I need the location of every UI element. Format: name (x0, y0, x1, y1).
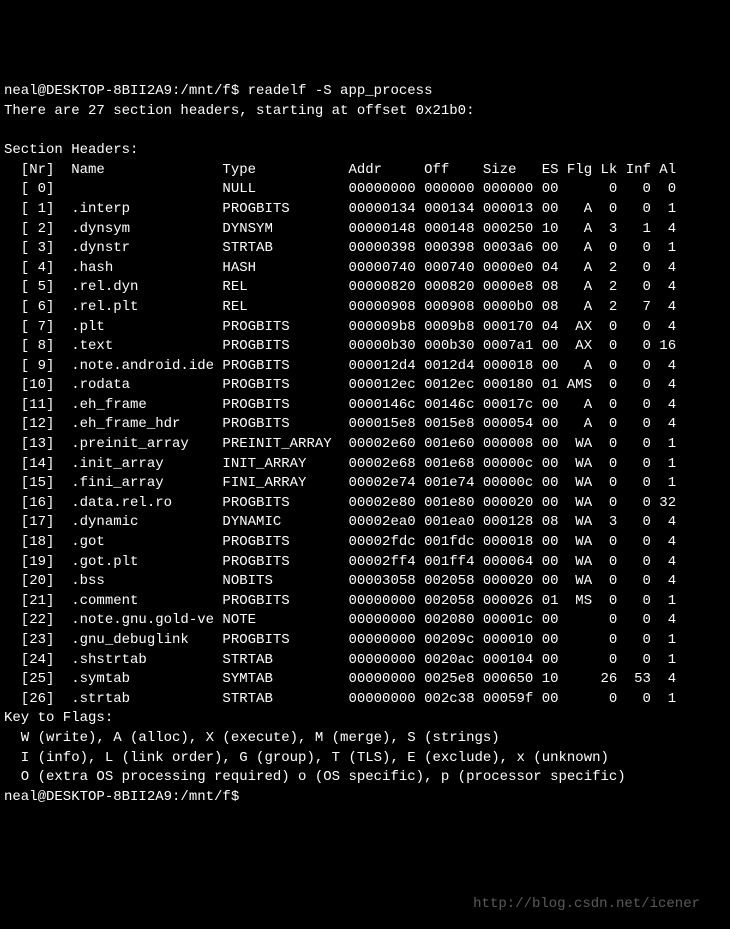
terminal-output: neal@DESKTOP-8BII2A9:/mnt/f$ readelf -S … (4, 82, 726, 807)
table-header: [Nr] Name Type Addr Off Size ES Flg Lk I… (4, 162, 685, 178)
command-text: readelf -S app_process (248, 83, 433, 99)
watermark: http://blog.csdn.net/icener (473, 895, 700, 915)
section-headers-label: Section Headers: (4, 142, 138, 158)
table-body: [ 0] NULL 00000000 000000 000000 00 0 0 … (4, 181, 676, 706)
key-lines: W (write), A (alloc), X (execute), M (me… (4, 730, 626, 785)
intro-line: There are 27 section headers, starting a… (4, 103, 474, 119)
shell-prompt: neal@DESKTOP-8BII2A9:/mnt/f$ (4, 83, 248, 99)
key-label: Key to Flags: (4, 710, 113, 726)
shell-prompt-2: neal@DESKTOP-8BII2A9:/mnt/f$ (4, 789, 239, 805)
